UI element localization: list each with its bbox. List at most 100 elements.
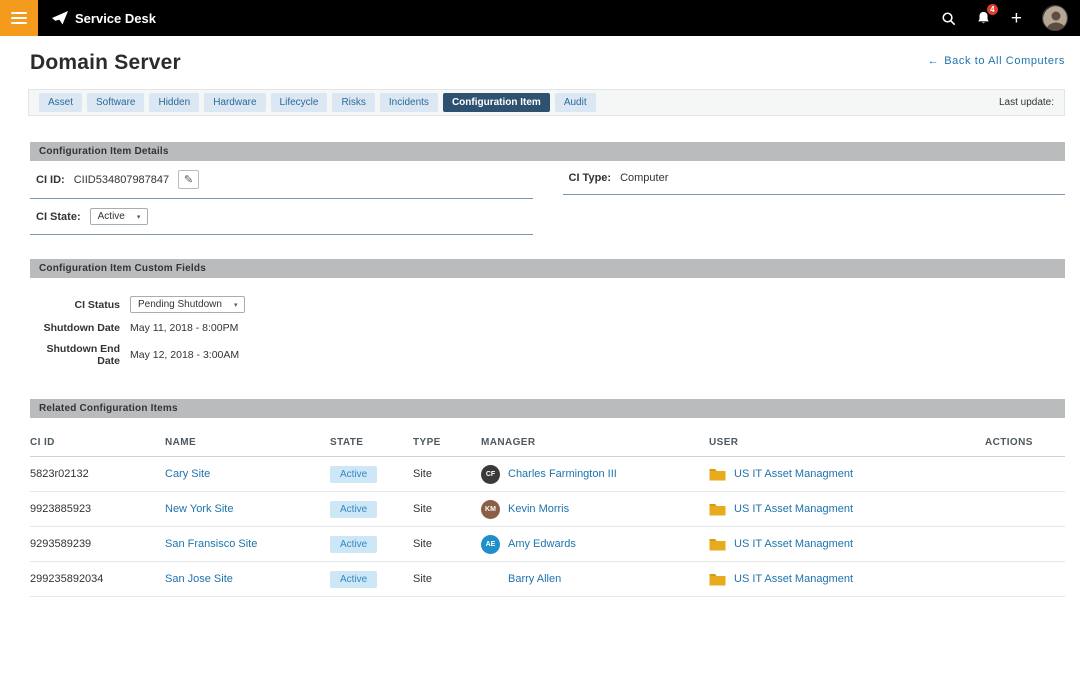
tab-hidden[interactable]: Hidden xyxy=(149,93,199,112)
table-row: 299235892034 San Jose Site Active Site B… xyxy=(30,562,1065,597)
user-avatar[interactable] xyxy=(1042,5,1068,31)
app-logo[interactable]: Service Desk xyxy=(52,11,156,26)
column-header-type: TYPE xyxy=(413,437,481,448)
manager-link[interactable]: Kevin Morris xyxy=(508,503,569,515)
search-button[interactable] xyxy=(941,11,956,26)
tab-audit[interactable]: Audit xyxy=(555,93,596,112)
add-new-button[interactable]: + xyxy=(1011,9,1022,28)
manager-link[interactable]: Charles Farmington III xyxy=(508,468,617,480)
tab-asset[interactable]: Asset xyxy=(39,93,82,112)
hamburger-menu-button[interactable] xyxy=(0,0,38,36)
table-row: 9293589239 San Fransisco Site Active Sit… xyxy=(30,527,1065,562)
row-type: Site xyxy=(413,538,481,550)
shutdown-date-label: Shutdown Date xyxy=(30,322,120,334)
manager-link[interactable]: Amy Edwards xyxy=(508,538,576,550)
manager-cell: AE Amy Edwards xyxy=(481,535,709,554)
ci-id-value: CIID534807987847 xyxy=(74,174,169,186)
related-items-table: CI ID NAME STATE TYPE MANAGER USER ACTIO… xyxy=(30,426,1065,597)
notifications-button[interactable]: 4 xyxy=(976,10,991,26)
section-header-related: Related Configuration Items xyxy=(30,399,1065,418)
paper-plane-icon xyxy=(52,11,68,25)
tab-configuration-item[interactable]: Configuration Item xyxy=(443,93,550,112)
manager-avatar: AE xyxy=(481,535,500,554)
back-to-all-computers-link[interactable]: ← Back to All Computers xyxy=(928,55,1065,67)
section-header-details: Configuration Item Details xyxy=(30,142,1065,161)
manager-avatar: KM xyxy=(481,500,500,519)
shutdown-end-date-field: Shutdown End Date May 12, 2018 - 3:00AM xyxy=(30,339,1065,371)
shutdown-end-date-value: May 12, 2018 - 3:00AM xyxy=(130,349,239,361)
shutdown-end-date-label: Shutdown End Date xyxy=(30,343,120,367)
ci-state-select[interactable]: Active ▾ xyxy=(90,208,149,225)
search-icon xyxy=(941,11,956,26)
page-header: Domain Server ← Back to All Computers xyxy=(0,36,1080,75)
section-header-custom-fields: Configuration Item Custom Fields xyxy=(30,259,1065,278)
row-ci-id: 9923885923 xyxy=(30,503,165,515)
ci-status-value: Pending Shutdown xyxy=(138,299,222,310)
column-header-manager: MANAGER xyxy=(481,437,709,448)
row-ci-id: 299235892034 xyxy=(30,573,165,585)
ci-type-field: CI Type: Computer xyxy=(563,161,1066,195)
chevron-down-icon: ▾ xyxy=(234,301,238,309)
tab-software[interactable]: Software xyxy=(87,93,144,112)
pencil-icon: ✎ xyxy=(184,173,193,186)
ci-type-value: Computer xyxy=(620,172,668,184)
details-section: CI ID: CIID534807987847 ✎ CI State: Acti… xyxy=(30,161,1065,235)
shutdown-date-field: Shutdown Date May 11, 2018 - 8:00PM xyxy=(30,317,1065,339)
tab-incidents[interactable]: Incidents xyxy=(380,93,438,112)
ci-type-label: CI Type: xyxy=(569,172,612,184)
user-link[interactable]: US IT Asset Managment xyxy=(734,573,853,585)
row-name-link[interactable]: San Jose Site xyxy=(165,573,330,585)
ci-status-label: CI Status xyxy=(30,299,120,311)
page-title: Domain Server xyxy=(30,51,181,75)
tab-risks[interactable]: Risks xyxy=(332,93,374,112)
top-bar: Service Desk 4 + xyxy=(0,0,1080,36)
ci-status-field: CI Status Pending Shutdown ▾ xyxy=(30,292,1065,317)
row-name-link[interactable]: New York Site xyxy=(165,503,330,515)
tab-lifecycle[interactable]: Lifecycle xyxy=(271,93,328,112)
status-badge: Active xyxy=(330,536,377,553)
user-link[interactable]: US IT Asset Managment xyxy=(734,503,853,515)
manager-cell: BA Barry Allen xyxy=(481,570,709,589)
ci-status-select[interactable]: Pending Shutdown ▾ xyxy=(130,296,245,313)
column-header-state: STATE xyxy=(330,437,413,448)
row-ci-id: 5823r02132 xyxy=(30,468,165,480)
app-title: Service Desk xyxy=(75,11,156,26)
user-link[interactable]: US IT Asset Managment xyxy=(734,538,853,550)
ci-state-value: Active xyxy=(98,211,125,222)
status-badge: Active xyxy=(330,571,377,588)
user-cell: US IT Asset Managment xyxy=(709,573,985,586)
row-name-link[interactable]: Cary Site xyxy=(165,468,330,480)
manager-cell: KM Kevin Morris xyxy=(481,500,709,519)
manager-link[interactable]: Barry Allen xyxy=(508,573,561,585)
column-header-name: NAME xyxy=(165,437,330,448)
column-header-user: USER xyxy=(709,437,985,448)
chevron-down-icon: ▾ xyxy=(137,213,141,221)
back-arrow-icon: ← xyxy=(928,55,940,67)
tab-hardware[interactable]: Hardware xyxy=(204,93,265,112)
avatar-photo xyxy=(1043,6,1068,31)
table-row: 5823r02132 Cary Site Active Site CF Char… xyxy=(30,457,1065,492)
top-bar-actions: 4 + xyxy=(941,5,1080,31)
table-header-row: CI ID NAME STATE TYPE MANAGER USER ACTIO… xyxy=(30,426,1065,457)
hamburger-icon xyxy=(11,17,27,19)
ci-id-field: CI ID: CIID534807987847 ✎ xyxy=(30,161,533,199)
folder-icon xyxy=(709,468,726,481)
status-badge: Active xyxy=(330,501,377,518)
folder-icon xyxy=(709,538,726,551)
user-cell: US IT Asset Managment xyxy=(709,538,985,551)
table-row: 9923885923 New York Site Active Site KM … xyxy=(30,492,1065,527)
row-name-link[interactable]: San Fransisco Site xyxy=(165,538,330,550)
column-header-ci-id: CI ID xyxy=(30,437,165,448)
custom-fields-section: CI Status Pending Shutdown ▾ Shutdown Da… xyxy=(30,292,1065,371)
ci-state-label: CI State: xyxy=(36,211,81,223)
tab-bar: Asset Software Hidden Hardware Lifecycle… xyxy=(28,89,1065,116)
edit-ci-id-button[interactable]: ✎ xyxy=(178,170,199,189)
row-ci-id: 9293589239 xyxy=(30,538,165,550)
user-cell: US IT Asset Managment xyxy=(709,468,985,481)
user-link[interactable]: US IT Asset Managment xyxy=(734,468,853,480)
row-type: Site xyxy=(413,503,481,515)
manager-avatar: BA xyxy=(481,570,500,589)
manager-avatar: CF xyxy=(481,465,500,484)
manager-cell: CF Charles Farmington III xyxy=(481,465,709,484)
notification-count-badge: 4 xyxy=(987,4,998,15)
